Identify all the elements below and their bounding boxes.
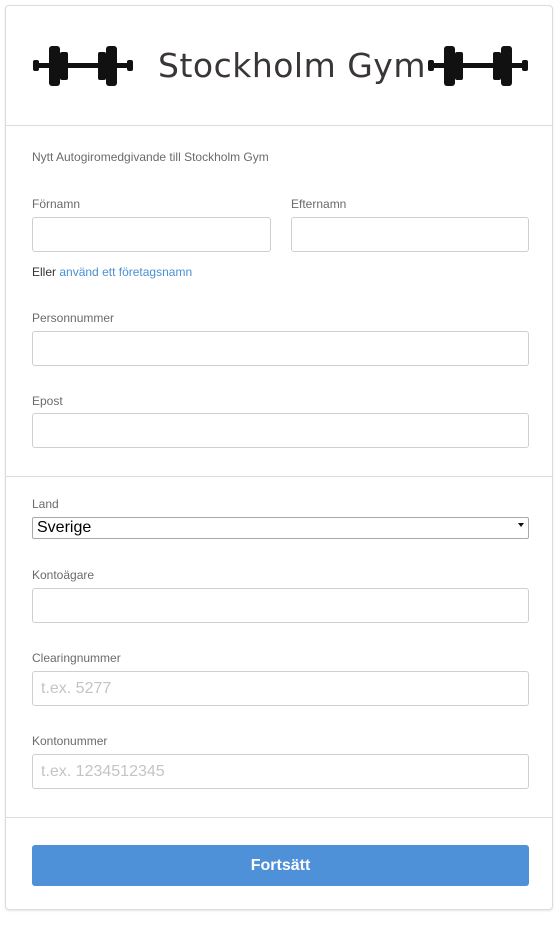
personal-number-label: Personnummer — [32, 311, 115, 325]
company-alternative: Eller använd ett företagsnamn — [32, 265, 192, 279]
account-number-label: Kontonummer — [32, 734, 108, 748]
email-label: Epost — [32, 394, 63, 408]
first-name-label: Förnamn — [32, 197, 81, 211]
company-alt-prefix: Eller — [32, 265, 57, 279]
first-name-field[interactable] — [32, 217, 271, 252]
continue-button[interactable]: Fortsätt — [32, 845, 529, 886]
account-holder-field[interactable] — [32, 588, 529, 623]
account-holder-label: Kontoägare — [32, 568, 95, 582]
country-select[interactable]: Sverige — [32, 517, 529, 539]
last-name-label: Efternamn — [291, 197, 347, 211]
dumbbell-icon — [428, 46, 528, 86]
dumbbell-icon — [33, 46, 133, 86]
clearing-number-field[interactable] — [32, 671, 529, 706]
section-divider — [6, 476, 552, 477]
form-card: Stockholm Gym Nytt Autogiromedgivande ti… — [5, 5, 553, 910]
header: Stockholm Gym — [6, 6, 552, 126]
country-label: Land — [32, 497, 59, 511]
brand-title: Stockholm Gym — [158, 46, 426, 85]
section-divider — [6, 817, 552, 818]
use-company-name-link[interactable]: använd ett företagsnamn — [59, 265, 192, 279]
last-name-field[interactable] — [291, 217, 529, 252]
personal-number-field[interactable] — [32, 331, 529, 366]
account-number-field[interactable] — [32, 754, 529, 789]
chevron-down-icon — [518, 523, 524, 527]
country-selected-value: Sverige — [37, 519, 92, 536]
clearing-number-label: Clearingnummer — [32, 651, 121, 665]
form-intro: Nytt Autogiromedgivande till Stockholm G… — [32, 150, 269, 164]
email-field[interactable] — [32, 413, 529, 448]
